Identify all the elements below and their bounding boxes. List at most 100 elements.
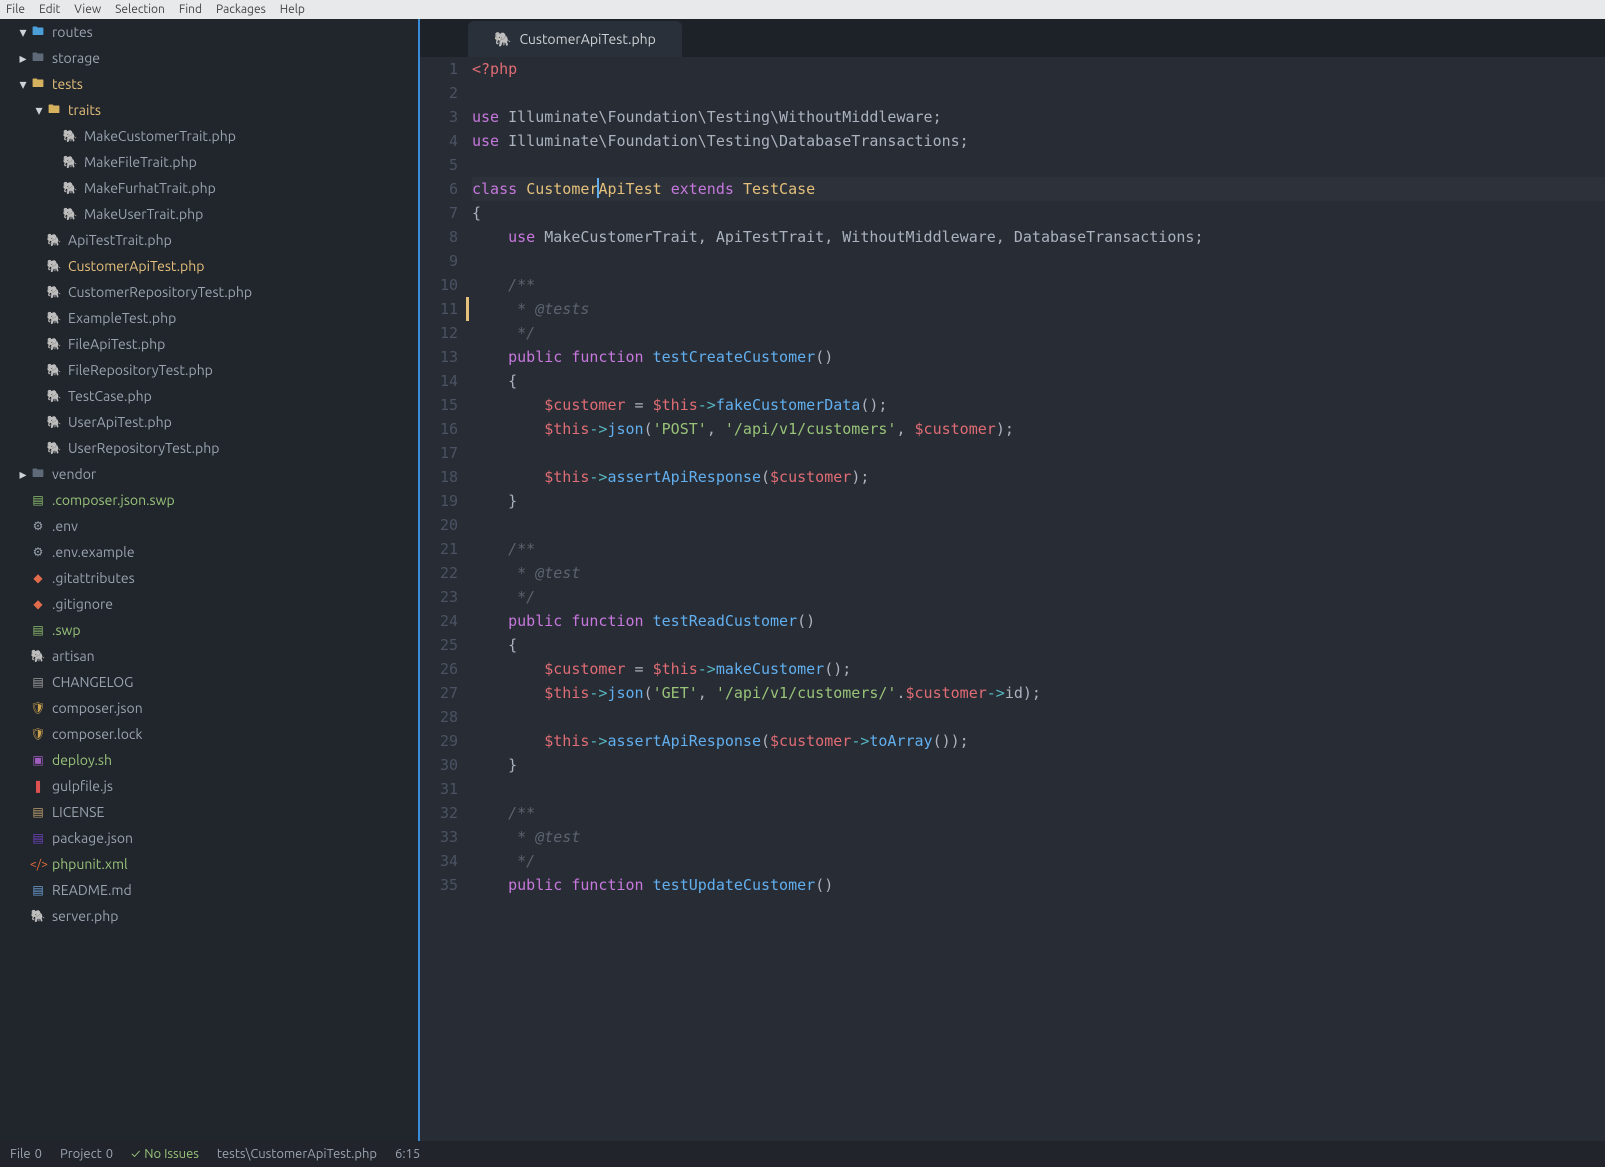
- tree-item-label: storage: [52, 50, 100, 66]
- menu-view[interactable]: View: [74, 3, 101, 16]
- tree-item-label: UserApiTest.php: [68, 414, 172, 430]
- git-icon: ◆: [30, 571, 46, 585]
- tree-item[interactable]: 🐘UserRepositoryTest.php: [0, 435, 418, 461]
- tree-item[interactable]: 🐘CustomerRepositoryTest.php: [0, 279, 418, 305]
- tree-item[interactable]: 🐘 MakeFurhatTrait.php: [0, 175, 418, 201]
- tree-item[interactable]: ▤ CHANGELOG: [0, 669, 418, 695]
- tree-item-label: .gitignore: [52, 596, 113, 612]
- tree-item[interactable]: ◆ .gitattributes: [0, 565, 418, 591]
- tree-item[interactable]: ▾🖿traits: [0, 97, 418, 123]
- status-file-count[interactable]: File 0: [10, 1147, 42, 1161]
- editor[interactable]: 1234567891011121314151617181920212223242…: [420, 57, 1605, 1141]
- db-icon: ▤: [30, 493, 46, 507]
- code[interactable]: <?php use Illuminate\Foundation\Testing\…: [472, 57, 1605, 1141]
- tree-item[interactable]: 🐘artisan: [0, 643, 418, 669]
- php-icon: 🐘: [46, 337, 62, 351]
- php-icon: 🐘: [62, 129, 78, 143]
- tree-item[interactable]: ▾🖿tests: [0, 71, 418, 97]
- gear-icon: ⚙: [30, 519, 46, 533]
- tree-item[interactable]: ▸🖿vendor: [0, 461, 418, 487]
- menu-packages[interactable]: Packages: [216, 3, 266, 16]
- tree-item[interactable]: ❚gulpfile.js: [0, 773, 418, 799]
- tree-item[interactable]: ▣deploy.sh: [0, 747, 418, 773]
- status-project-count[interactable]: Project 0: [60, 1147, 113, 1161]
- tree-item[interactable]: 🐘 FileApiTest.php: [0, 331, 418, 357]
- tab-label: CustomerApiTest.php: [519, 31, 655, 47]
- tree-item[interactable]: 🐘MakeFileTrait.php: [0, 149, 418, 175]
- tree-item[interactable]: </>phpunit.xml: [0, 851, 418, 877]
- editor-area: 🐘 CustomerApiTest.php 123456789101112131…: [418, 19, 1605, 1141]
- file-tree[interactable]: ▾🖿routes▸🖿storage▾🖿tests▾🖿traits🐘MakeCus…: [0, 19, 418, 1141]
- gutter: 1234567891011121314151617181920212223242…: [420, 57, 472, 1141]
- tree-item-label: composer.lock: [52, 726, 142, 742]
- folder-icon: 🖿: [30, 48, 46, 69]
- status-cursor-pos[interactable]: 6:15: [395, 1147, 420, 1161]
- txt-icon: ▤: [30, 675, 46, 689]
- json-icon: ▤: [30, 831, 46, 845]
- tree-item[interactable]: 🐘ExampleTest.php: [0, 305, 418, 331]
- tree-item[interactable]: 🐘server.php: [0, 903, 418, 929]
- tree-item[interactable]: ▤README.md: [0, 877, 418, 903]
- caret-icon[interactable]: ▾: [34, 102, 44, 119]
- tree-item[interactable]: 🛡composer.lock: [0, 721, 418, 747]
- tree-item[interactable]: 🐘 ApiTestTrait.php: [0, 227, 418, 253]
- tree-item-label: vendor: [52, 466, 96, 482]
- tree-item-label: MakeFurhatTrait.php: [84, 180, 216, 196]
- xml-icon: </>: [30, 858, 46, 871]
- status-issues[interactable]: ✓ No Issues: [131, 1147, 199, 1161]
- tree-item-label: .gitattributes: [52, 570, 135, 586]
- tree-item-label: .swp: [52, 622, 81, 638]
- tree-item[interactable]: 🐘 TestCase.php: [0, 383, 418, 409]
- tree-item[interactable]: 🐘 MakeCustomerTrait.php: [0, 123, 418, 149]
- tree-item[interactable]: ⚙ .env: [0, 513, 418, 539]
- tree-item-label: LICENSE: [52, 804, 104, 820]
- tree-item[interactable]: ▤ LICENSE: [0, 799, 418, 825]
- menu-find[interactable]: Find: [179, 3, 202, 16]
- menu-edit[interactable]: Edit: [39, 3, 60, 16]
- tree-item[interactable]: 🐘MakeUserTrait.php: [0, 201, 418, 227]
- tree-item-label: composer.json: [52, 700, 143, 716]
- tree-item[interactable]: ▸🖿 storage: [0, 45, 418, 71]
- php-icon: 🐘: [46, 233, 62, 247]
- tree-item[interactable]: ◆.gitignore: [0, 591, 418, 617]
- tree-item-label: server.php: [52, 908, 118, 924]
- tree-item-label: tests: [52, 76, 83, 92]
- js-icon: ❚: [30, 779, 46, 793]
- caret-icon[interactable]: ▸: [18, 50, 28, 67]
- tree-item[interactable]: 🐘FileRepositoryTest.php: [0, 357, 418, 383]
- tree-item-label: CustomerApiTest.php: [68, 258, 204, 274]
- menu-help[interactable]: Help: [280, 3, 305, 16]
- tab-customer-api-test[interactable]: 🐘 CustomerApiTest.php: [468, 21, 682, 57]
- tree-item-label: CustomerRepositoryTest.php: [68, 284, 252, 300]
- tree-item-label: CHANGELOG: [52, 674, 133, 690]
- tree-item[interactable]: ▤ .swp: [0, 617, 418, 643]
- caret-icon[interactable]: ▾: [18, 24, 28, 41]
- tree-item-label: ApiTestTrait.php: [68, 232, 172, 248]
- lic-icon: ▤: [30, 805, 46, 819]
- menu-selection[interactable]: Selection: [115, 3, 165, 16]
- main: ▾🖿routes▸🖿storage▾🖿tests▾🖿traits🐘MakeCus…: [0, 19, 1605, 1141]
- tree-item-label: FileApiTest.php: [68, 336, 165, 352]
- tree-item[interactable]: 🐘UserApiTest.php: [0, 409, 418, 435]
- tree-item[interactable]: 🐘CustomerApiTest.php: [0, 253, 418, 279]
- caret-icon[interactable]: ▾: [18, 76, 28, 93]
- tree-item[interactable]: 🛡 composer.json: [0, 695, 418, 721]
- tree-item[interactable]: ⚙.env.example: [0, 539, 418, 565]
- tree-item-label: .env: [52, 518, 78, 534]
- tree-item-label: TestCase.php: [68, 388, 152, 404]
- lock-icon: 🛡: [30, 701, 46, 715]
- tree-item-label: traits: [68, 102, 101, 118]
- caret-icon[interactable]: ▸: [18, 466, 28, 483]
- menu-file[interactable]: File: [6, 3, 25, 16]
- tree-item[interactable]: ▾🖿 routes: [0, 19, 418, 45]
- tree-item[interactable]: ▤package.json: [0, 825, 418, 851]
- tree-item-label: routes: [52, 24, 93, 40]
- db-icon: ▤: [30, 623, 46, 637]
- php-icon: 🐘: [46, 389, 62, 403]
- folder-icon: 🖿: [30, 22, 46, 43]
- tree-item[interactable]: ▤.composer.json.swp: [0, 487, 418, 513]
- tree-item-label: MakeCustomerTrait.php: [84, 128, 236, 144]
- status-path[interactable]: tests\CustomerApiTest.php: [217, 1147, 377, 1161]
- php-icon: 🐘: [62, 181, 78, 195]
- tree-item-label: deploy.sh: [52, 752, 112, 768]
